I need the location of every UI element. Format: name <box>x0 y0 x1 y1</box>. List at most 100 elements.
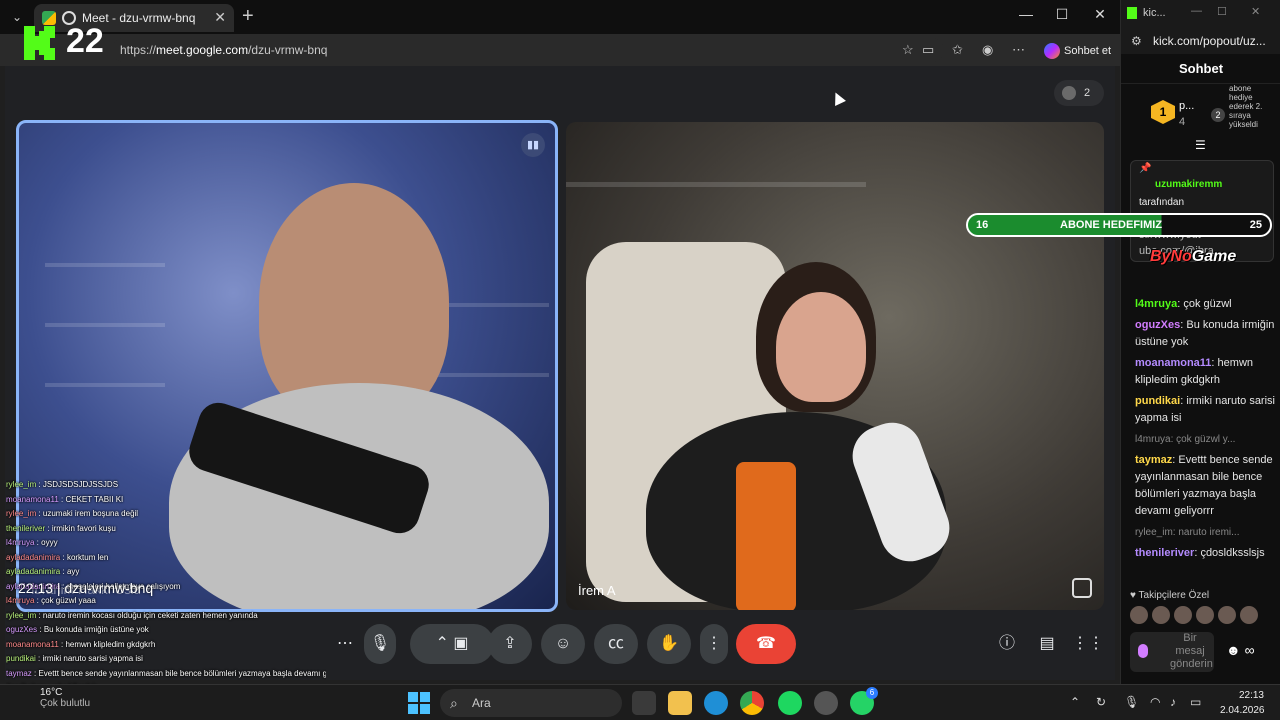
overlay-chat-user: l4mruya <box>6 596 35 605</box>
camera-button[interactable]: ⌃ ▣ <box>410 624 494 664</box>
chat-username[interactable]: moanamona11 <box>1135 357 1211 369</box>
menu-icon[interactable]: ⋯ <box>1012 42 1025 58</box>
shelf <box>45 383 165 387</box>
chat-text: çdosldksslsjs <box>1200 547 1265 559</box>
chat-input[interactable]: Bir mesaj gönderin <box>1130 632 1214 672</box>
picture-in-picture-icon[interactable] <box>1072 578 1092 598</box>
microphone-button[interactable]: 🎙 <box>364 624 396 664</box>
participants-button[interactable]: 2 <box>1054 80 1104 106</box>
kick-maximize-button[interactable]: ☐ <box>1217 5 1227 18</box>
captions-button[interactable]: ㏄ <box>594 624 638 664</box>
tab-close-icon[interactable]: ✕ <box>214 9 226 26</box>
spotify-icon[interactable] <box>778 691 802 715</box>
present-button[interactable]: ⇪ <box>488 624 532 664</box>
overlay-chat-text: irmikin favori kuşu <box>51 523 116 533</box>
overlay-chat-text: çok güzwl yaaa <box>41 596 96 605</box>
start-button[interactable] <box>408 692 430 714</box>
chat-username[interactable]: l4mruya <box>1135 298 1177 310</box>
speaking-indicator-icon: ▮▮ <box>521 133 545 157</box>
sync-icon[interactable]: ↻ <box>1096 695 1106 709</box>
chat-message[interactable]: oguzXes: Bu konuda irmiğin üstüne yok <box>1135 317 1277 351</box>
overlay-chat-user: moanamona11 <box>6 494 59 504</box>
goal-label: ABONE HEDEFIMIZ <box>1060 219 1163 231</box>
filter-icon[interactable]: ☰ <box>1195 138 1206 152</box>
weather-widget[interactable]: 16°C Çok bulutlu <box>40 687 90 709</box>
emote-icon[interactable] <box>1240 606 1258 624</box>
raise-hand-button[interactable]: ✋ <box>647 624 691 664</box>
volume-icon[interactable]: ♪ <box>1170 695 1176 709</box>
pinned-by-user: uzumakiremm <box>1155 179 1223 190</box>
url-text: https://meet.google.com/dzu-vrmw-bnq <box>120 43 328 57</box>
wifi-icon[interactable]: ◠ <box>1150 695 1160 709</box>
overlay-chat-user: rylee_im <box>6 509 37 518</box>
favorites-icon[interactable]: ✩ <box>952 42 963 58</box>
tray-overflow-icon[interactable]: ⌃ <box>1070 695 1080 709</box>
chrome-icon[interactable] <box>740 691 764 715</box>
chat-message[interactable]: l4mruya: çok güzwl <box>1135 296 1277 313</box>
emote-icon[interactable] <box>1130 606 1148 624</box>
emote-icon[interactable] <box>1174 606 1192 624</box>
chat-message[interactable]: thenileriver: çdosldksslsjs <box>1135 545 1277 562</box>
taskbar-clock[interactable]: 22:13 2.04.2026 <box>1220 688 1265 718</box>
chat-username[interactable]: pundikai <box>1135 395 1180 407</box>
kick-chat-window: kic... — ☐ ✕ ⚙ kick.com/popout/uz... Soh… <box>1120 0 1280 684</box>
taskbar-search[interactable]: ⌕ Ara <box>440 689 622 717</box>
camera-icon[interactable]: ▭ <box>922 42 934 58</box>
chat-message[interactable]: taymaz: Evettt bence sende yayınlanmasan… <box>1135 452 1277 520</box>
file-explorer-icon[interactable] <box>668 691 692 715</box>
emote-bar <box>1130 606 1276 628</box>
obs-icon[interactable] <box>814 691 838 715</box>
reply-text: l4mruya: çok güzwl y... <box>1135 434 1236 445</box>
copilot-button[interactable]: Sohbet et <box>1038 40 1117 62</box>
meet-favicon-icon <box>42 11 56 25</box>
meeting-details-button[interactable]: ⓘ <box>992 624 1022 664</box>
leader-name: p... <box>1179 100 1195 112</box>
star-icon[interactable]: ☆ <box>902 42 914 58</box>
activities-button[interactable]: ⋮⋮ <box>1072 624 1104 664</box>
chat-reply-context[interactable]: rylee_im: naruto iremi... <box>1135 524 1277 541</box>
url-field[interactable]: https://meet.google.com/dzu-vrmw-bnq <box>112 38 944 62</box>
chat-actions-icon[interactable]: ☻ ∞ <box>1226 642 1255 658</box>
chat-username[interactable]: thenileriver <box>1135 547 1194 559</box>
end-call-button[interactable]: ☎ <box>736 624 796 664</box>
minimize-button[interactable]: — <box>1008 6 1044 22</box>
chat-username[interactable]: taymaz <box>1135 454 1172 466</box>
more-options-button[interactable]: ⋮ <box>700 624 728 664</box>
chat-username[interactable]: oguzXes <box>1135 319 1180 331</box>
maximize-button[interactable]: ☐ <box>1044 6 1080 23</box>
whatsapp-icon[interactable]: 6 <box>850 687 878 715</box>
pinned-by-text: tarafından <box>1139 197 1185 208</box>
participant-name: İrem A <box>578 583 616 598</box>
tab-list-chevron-icon[interactable]: ⌄ <box>8 8 26 26</box>
emote-icon[interactable] <box>1196 606 1214 624</box>
kick-minimize-button[interactable]: — <box>1191 5 1202 17</box>
chat-message[interactable]: pundikai: irmiki naruto sarisi yapma isi <box>1135 393 1277 427</box>
site-settings-icon: ⚙ <box>1131 34 1142 48</box>
chat-button[interactable]: ▤ <box>1032 624 1062 664</box>
participant-tile-irem[interactable]: İrem A <box>566 122 1104 610</box>
close-window-button[interactable]: ✕ <box>1082 6 1118 23</box>
followers-only-label: ♥ Takipçilere Özel <box>1130 590 1210 601</box>
new-tab-button[interactable]: + <box>242 6 254 26</box>
battery-icon[interactable]: ▭ <box>1190 695 1201 709</box>
overlay-chat-user: ayladadanimira <box>6 552 61 562</box>
emote-icon[interactable] <box>1218 606 1236 624</box>
more-options-left-button[interactable]: ⋯ <box>330 624 360 664</box>
chat-reply-context[interactable]: l4mruya: çok güzwl y... <box>1135 431 1277 448</box>
emote-icon[interactable] <box>1152 606 1170 624</box>
chat-header: Sohbet <box>1121 54 1280 84</box>
overlay-chat-row: l4mruya : çok güzwl yaaa <box>6 596 96 605</box>
mic-tray-icon[interactable]: 🎙 <box>1124 695 1139 709</box>
edge-icon[interactable] <box>704 691 728 715</box>
tab-meet[interactable]: Meet - dzu-vrmw-bnq ✕ <box>34 4 234 32</box>
emoji-button[interactable]: ☺ <box>541 624 585 664</box>
chat-message[interactable]: moanamona11: hemwn klipledim gkdgkrh <box>1135 355 1277 389</box>
kick-close-button[interactable]: ✕ <box>1251 5 1260 18</box>
extension-icon[interactable]: ◉ <box>982 42 993 58</box>
kick-window-title: kic... <box>1143 7 1166 19</box>
jacket-stripe <box>736 462 796 610</box>
goal-target: 25 <box>1249 219 1262 231</box>
pinned-message-card[interactable]: 📌 uzumakiremm tarafından s://www.yout ub… <box>1130 160 1274 262</box>
task-view-icon[interactable] <box>632 691 656 715</box>
kick-address-bar[interactable]: ⚙ kick.com/popout/uz... <box>1121 28 1280 54</box>
